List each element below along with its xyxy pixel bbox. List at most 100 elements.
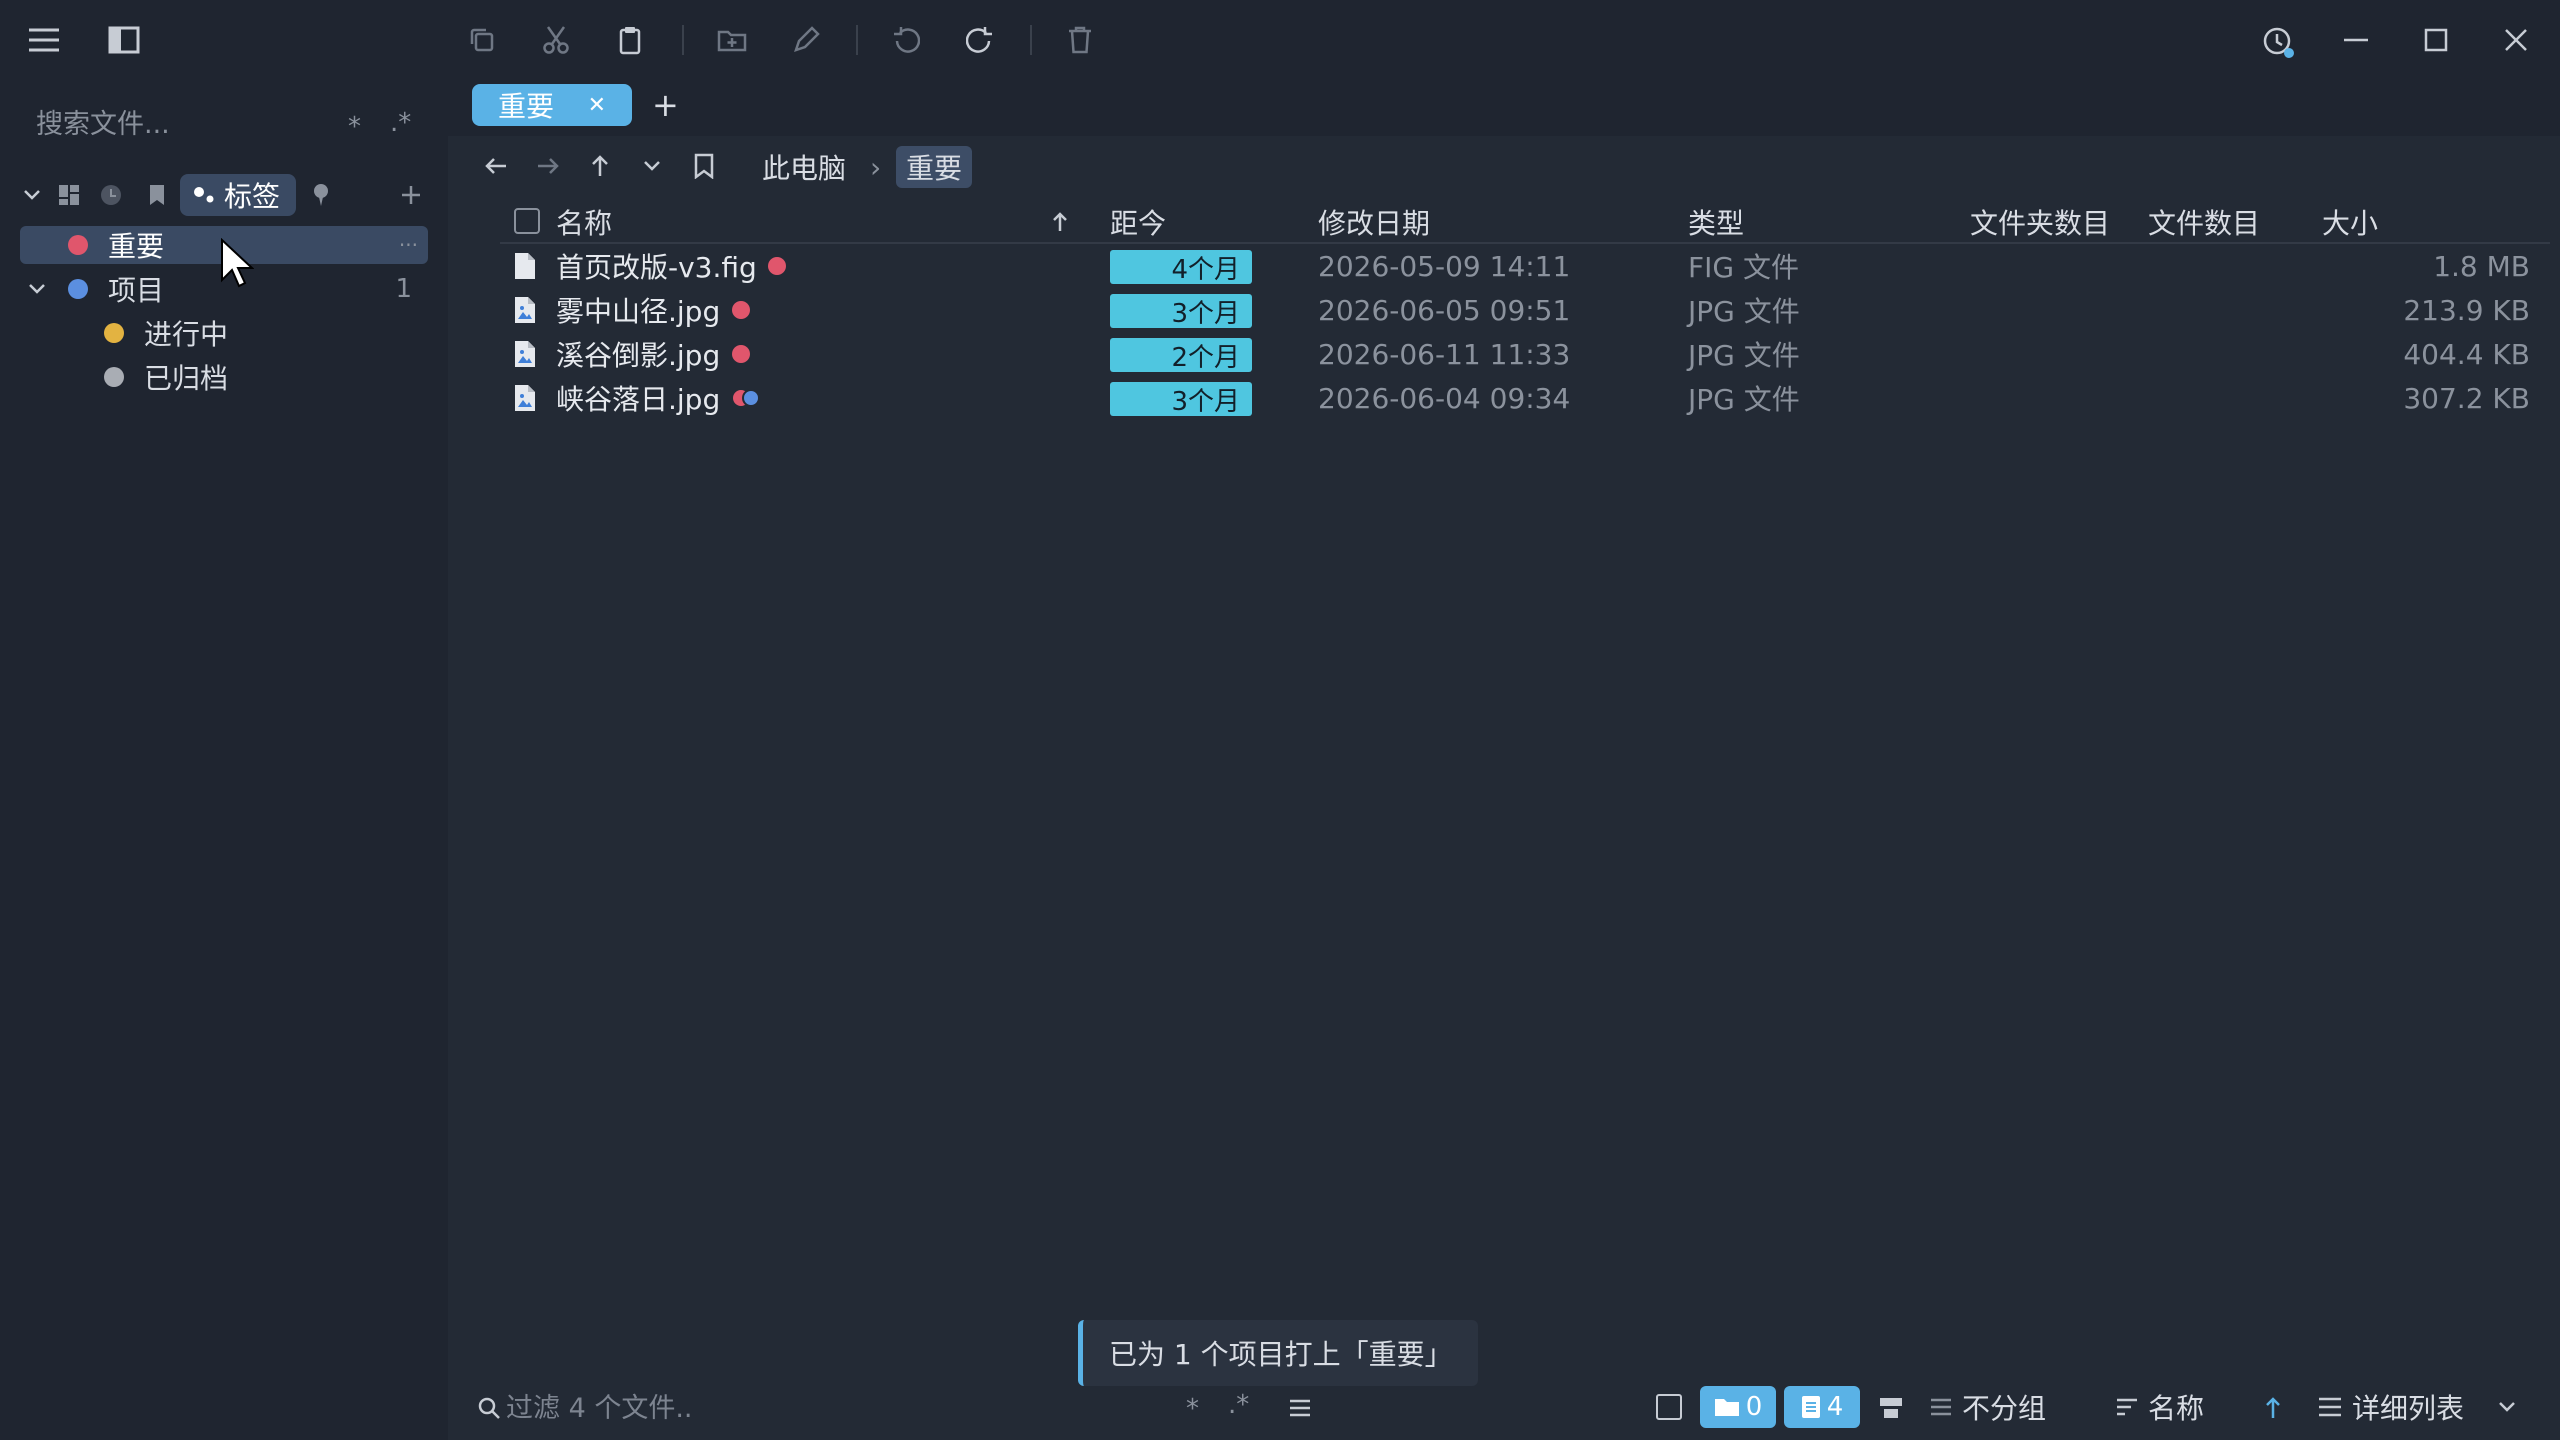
tag-color-dot [104, 323, 124, 343]
preview-pane-icon[interactable] [1874, 1390, 1908, 1426]
table-row[interactable]: 首页改版-v3.fig 4个月 2026-05-09 14:11 FIG 文件 … [500, 244, 2540, 288]
select-mode-checkbox[interactable] [1656, 1394, 1682, 1420]
bookmark-outline-icon[interactable] [688, 146, 720, 186]
sort-ascending-icon[interactable] [1046, 206, 1074, 238]
table-row[interactable]: 溪谷倒影.jpg 2个月 2026-06-11 11:33 JPG 文件 404… [500, 332, 2540, 376]
view-mode-dropdown[interactable]: 详细列表 [2318, 1386, 2516, 1428]
tag-color-dot [68, 235, 88, 255]
breadcrumb-root[interactable]: 此电脑 [762, 146, 846, 188]
breadcrumb-current[interactable]: 重要 [896, 146, 973, 188]
folder-count-toggle[interactable]: 0 [1700, 1386, 1776, 1428]
image-file-icon [514, 288, 536, 332]
column-header-type[interactable]: 类型 [1688, 202, 1744, 242]
collapse-chevron-icon[interactable] [20, 180, 44, 210]
folder-icon [1714, 1397, 1740, 1417]
bookmark-icon[interactable] [142, 180, 172, 210]
column-header-folder-count[interactable]: 文件夹数目 [1970, 202, 2110, 242]
new-tab-button[interactable]: + [652, 86, 679, 124]
new-folder-icon[interactable] [714, 20, 750, 60]
view-label: 详细列表 [2352, 1392, 2465, 1425]
add-tag-icon[interactable] [396, 180, 426, 210]
toast-notification: 已为 1 个项目打上「重要」 [1078, 1320, 1478, 1386]
file-name: 雾中山径.jpg [556, 295, 721, 328]
image-file-icon [514, 332, 536, 376]
regex-toggle[interactable]: .* [390, 108, 411, 138]
tab-close-button[interactable]: ✕ [588, 93, 606, 118]
paste-icon[interactable] [612, 20, 648, 60]
tag-color-dots [732, 376, 762, 420]
copy-icon[interactable] [464, 20, 500, 60]
dashboard-icon[interactable] [54, 180, 84, 210]
column-header-size[interactable]: 大小 [2322, 202, 2378, 242]
view-list-icon [2318, 1397, 2342, 1417]
filter-glob-toggle[interactable]: * [1186, 1394, 1199, 1424]
sidebar-tag-label: 重要 [108, 230, 165, 263]
sort-label: 名称 [2148, 1392, 2205, 1425]
modified-date: 2026-05-09 14:11 [1318, 249, 1571, 283]
tag-color-dot [732, 332, 750, 376]
sidebar-tag-archived[interactable]: 已归档 [20, 358, 428, 396]
file-count-toggle[interactable]: 4 [1784, 1386, 1860, 1428]
pin-icon[interactable] [306, 180, 336, 210]
sort-by-dropdown[interactable]: 名称 [2116, 1386, 2204, 1428]
file-list-icon [1801, 1395, 1821, 1419]
redo-icon[interactable] [962, 20, 998, 60]
undo-icon[interactable] [888, 20, 924, 60]
file-icon [514, 244, 536, 288]
filter-regex-toggle[interactable]: .* [1228, 1390, 1249, 1420]
tag-color-dot [768, 244, 786, 288]
minimize-icon[interactable] [2336, 20, 2376, 60]
age-badge: 4个月 [1110, 250, 1252, 285]
file-size: 1.8 MB [2433, 249, 2530, 283]
history-dropdown-icon[interactable] [636, 148, 668, 184]
delete-icon[interactable] [1062, 20, 1098, 60]
sidebar-tag-label: 已归档 [144, 362, 229, 395]
tab-important[interactable]: 重要 ✕ [472, 84, 632, 126]
sidebar-tag-label: 进行中 [144, 318, 229, 351]
up-arrow-icon[interactable] [584, 148, 616, 184]
sidebar-toggle-icon[interactable] [106, 22, 142, 58]
maximize-icon[interactable] [2416, 20, 2456, 60]
tab-tags[interactable]: 标签 [180, 174, 296, 216]
tag-more-button[interactable]: ··· [399, 233, 418, 257]
back-arrow-icon[interactable] [480, 148, 512, 184]
expand-chevron-icon[interactable] [28, 283, 46, 295]
history-icon[interactable] [2256, 20, 2300, 64]
group-by-dropdown[interactable]: 不分组 [1930, 1386, 2046, 1428]
folder-count: 0 [1745, 1392, 1763, 1422]
search-input[interactable] [36, 104, 336, 144]
age-badge: 3个月 [1110, 294, 1252, 329]
table-row[interactable]: 峡谷落日.jpg 3个月 2026-06-04 09:34 JPG 文件 307… [500, 376, 2540, 420]
glob-toggle[interactable]: * [348, 112, 361, 142]
modified-date: 2026-06-04 09:34 [1318, 381, 1571, 415]
file-name: 峡谷落日.jpg [556, 383, 721, 416]
filter-search-icon [474, 1392, 504, 1424]
rename-icon[interactable] [788, 20, 824, 60]
mouse-cursor-icon [220, 238, 254, 288]
file-type: JPG 文件 [1688, 339, 1800, 372]
age-badge: 2个月 [1110, 338, 1252, 373]
sort-direction-icon[interactable] [2258, 1390, 2288, 1426]
close-icon[interactable] [2496, 20, 2536, 60]
menu-icon[interactable] [24, 20, 64, 60]
tab-tags-label: 标签 [224, 180, 281, 213]
file-name: 溪谷倒影.jpg [556, 339, 721, 372]
filter-input[interactable] [506, 1388, 1126, 1428]
column-header-age[interactable]: 距今 [1110, 202, 1166, 242]
table-row[interactable]: 雾中山径.jpg 3个月 2026-06-05 09:51 JPG 文件 213… [500, 288, 2540, 332]
select-all-checkbox[interactable] [514, 208, 540, 234]
column-header-modified[interactable]: 修改日期 [1318, 202, 1430, 242]
cut-icon[interactable] [538, 20, 574, 60]
tag-color-dot [68, 279, 88, 299]
column-header-file-count[interactable]: 文件数目 [2148, 202, 2260, 242]
tag-color-dot [104, 367, 124, 387]
forward-arrow-icon[interactable] [532, 148, 564, 184]
group-icon [1930, 1398, 1952, 1416]
list-options-icon[interactable] [1284, 1390, 1316, 1426]
column-header-name[interactable]: 名称 [556, 202, 612, 242]
recent-icon[interactable] [96, 180, 126, 210]
breadcrumb-separator: › [870, 150, 882, 184]
file-size: 213.9 KB [2403, 293, 2530, 327]
sort-icon [2116, 1398, 2138, 1416]
sidebar-tag-in-progress[interactable]: 进行中 [20, 314, 428, 352]
